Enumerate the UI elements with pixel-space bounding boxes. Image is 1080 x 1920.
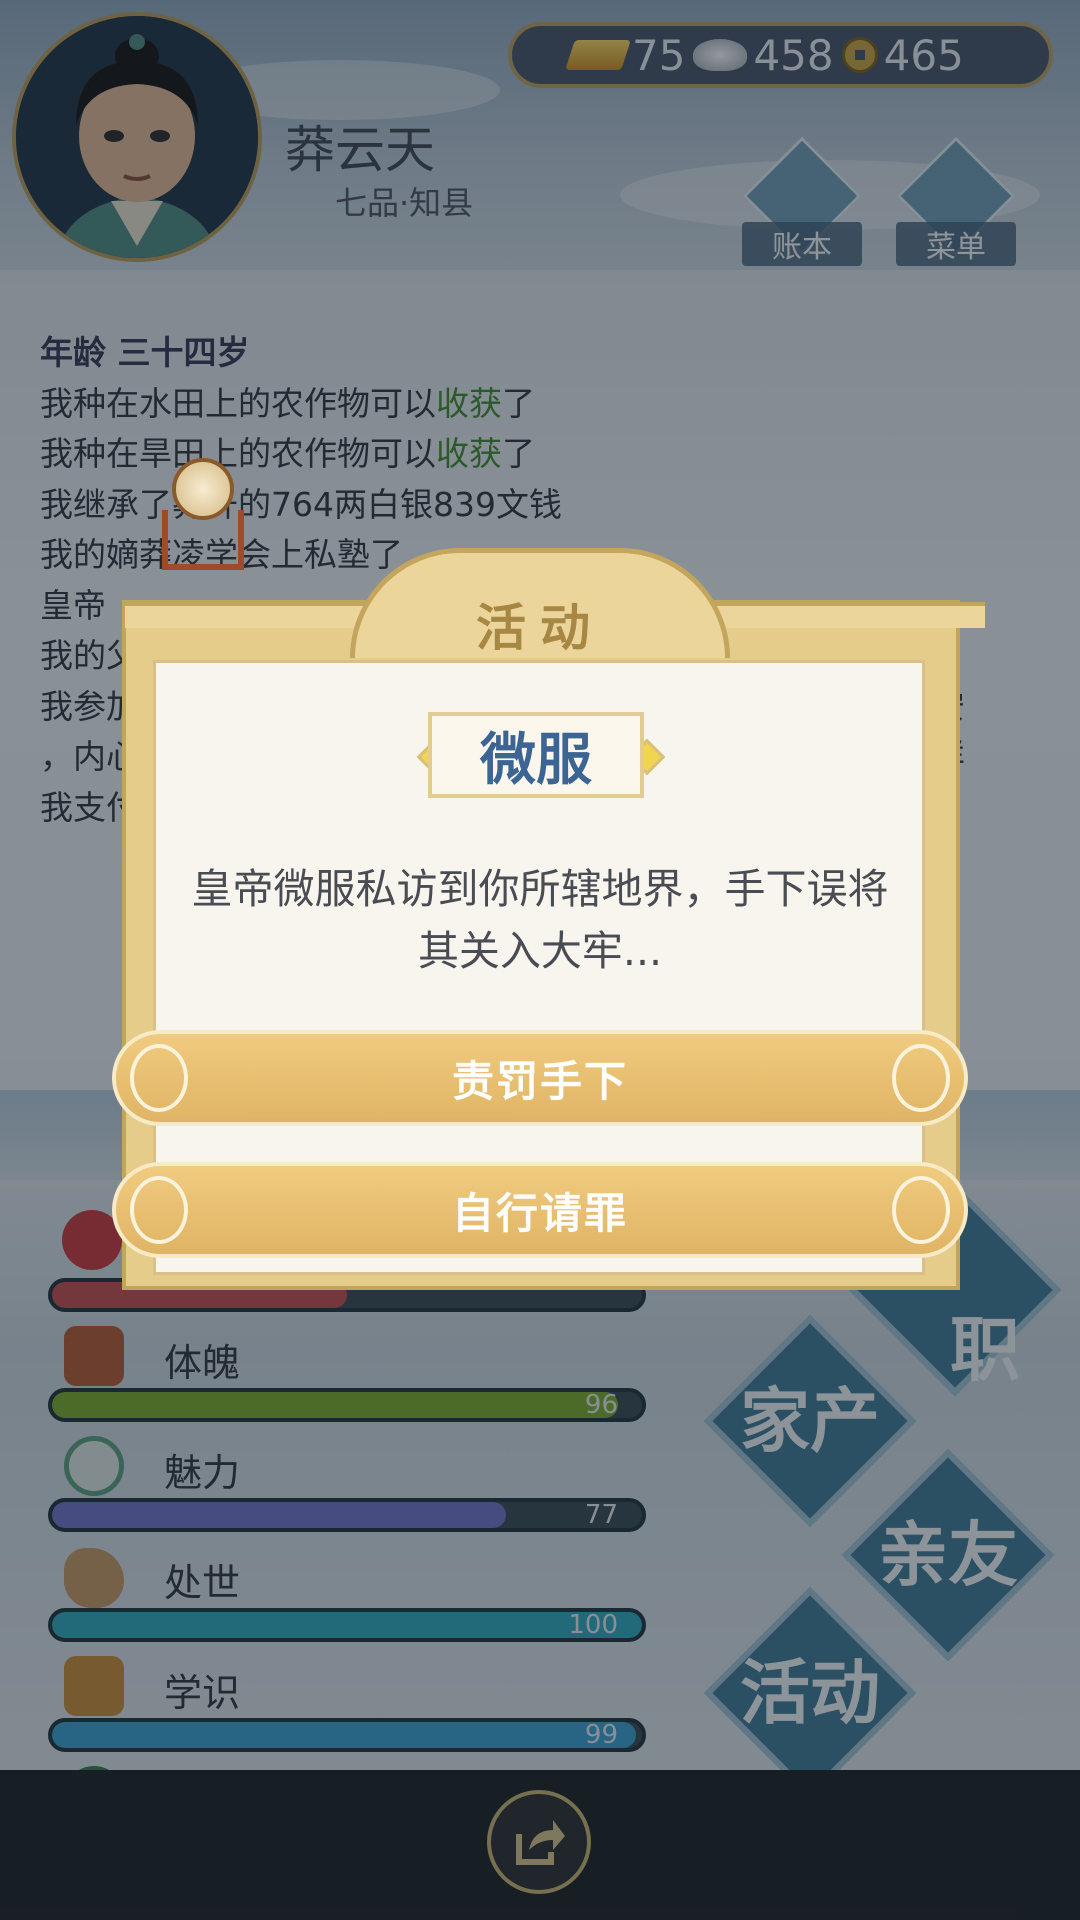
option1-label: 责罚手下 [451, 1056, 628, 1106]
cloud-scroll-icon [892, 1176, 950, 1244]
cloud-scroll-icon [130, 1176, 188, 1244]
cloud-scroll-icon [892, 1044, 950, 1112]
event-description: 皇帝微服私访到你所辖地界，手下误将其关入大牢... [191, 865, 889, 975]
punish-subordinates-button[interactable]: 责罚手下 [112, 1030, 968, 1126]
cloud-scroll-icon [130, 1044, 188, 1112]
event-title: 微服 [428, 712, 644, 798]
option2-label: 自行请罪 [451, 1188, 628, 1238]
confess-guilt-button[interactable]: 自行请罪 [112, 1162, 968, 1258]
dialog-title: 活动 [476, 599, 604, 657]
